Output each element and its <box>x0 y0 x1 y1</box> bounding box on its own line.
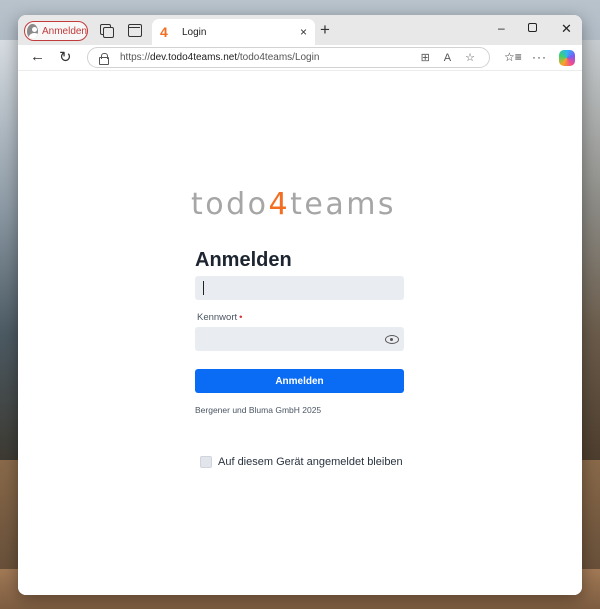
tab-title: Login <box>182 26 207 38</box>
address-toolbar: ← ↻ https://dev.todo4teams.net/todo4team… <box>18 45 582 71</box>
show-password-icon[interactable] <box>385 334 399 344</box>
more-options-icon[interactable]: ··· <box>532 50 547 64</box>
back-icon[interactable]: ← <box>30 48 45 65</box>
workspaces-icon[interactable] <box>98 22 114 38</box>
remember-me[interactable]: Auf diesem Gerät angemeldet bleiben <box>200 456 403 468</box>
tab-login[interactable]: 4 Login × <box>152 19 315 45</box>
profile-label: Anmelden <box>41 25 87 37</box>
text-cursor <box>203 281 204 295</box>
login-page: todo4teams Anmelden Kennwort • Anmelden B… <box>18 71 582 595</box>
remember-me-checkbox[interactable] <box>200 456 212 468</box>
avatar-icon <box>27 23 38 39</box>
password-field[interactable] <box>195 327 404 351</box>
vertical-tabs-icon[interactable] <box>126 22 142 38</box>
tab-strip: Anmelden 4 Login × + – ✕ <box>18 15 582 45</box>
browser-window: Anmelden 4 Login × + – ✕ ← ↻ https://dev… <box>18 15 582 595</box>
copyright-text: Bergener und Bluma GmbH 2025 <box>195 405 322 415</box>
required-marker: • <box>239 312 243 323</box>
login-button[interactable]: Anmelden <box>195 369 404 393</box>
minimize-icon[interactable]: – <box>498 21 505 35</box>
copilot-icon[interactable] <box>559 50 575 66</box>
favicon-icon: 4 <box>160 24 168 40</box>
maximize-icon[interactable] <box>528 21 537 35</box>
read-aloud-icon[interactable]: A <box>444 52 451 64</box>
favorites-icon[interactable]: ☆≡ <box>504 50 522 64</box>
page-title: Anmelden <box>195 249 292 271</box>
address-bar[interactable]: https://dev.todo4teams.net/todo4teams/Lo… <box>87 47 490 68</box>
reload-icon[interactable]: ↻ <box>59 48 72 66</box>
url-text[interactable]: https://dev.todo4teams.net/todo4teams/Lo… <box>120 52 421 63</box>
profile-button[interactable]: Anmelden <box>24 21 88 41</box>
favorite-star-icon[interactable]: ☆ <box>465 51 475 64</box>
username-field[interactable] <box>195 276 404 300</box>
remember-me-label[interactable]: Auf diesem Gerät angemeldet bleiben <box>218 456 403 468</box>
password-label: Kennwort • <box>197 312 243 323</box>
app-available-icon[interactable]: ⊞ <box>421 51 430 64</box>
todo4teams-logo: todo4teams <box>191 187 397 222</box>
window-close-icon[interactable]: ✕ <box>561 21 572 37</box>
site-info-icon[interactable] <box>98 52 109 65</box>
new-tab-icon[interactable]: + <box>320 20 330 40</box>
tab-close-icon[interactable]: × <box>300 25 307 39</box>
